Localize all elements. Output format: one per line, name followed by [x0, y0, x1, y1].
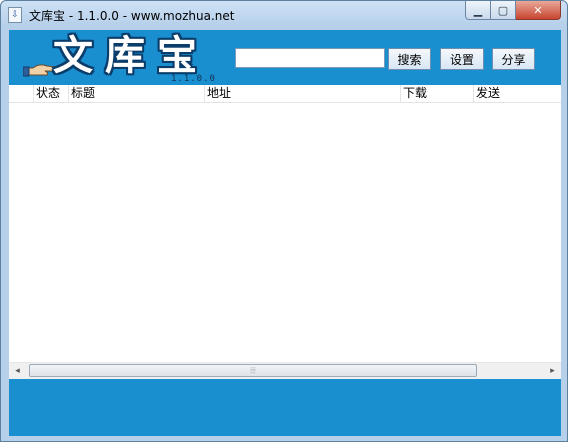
logo-version: 1.1.0.0 [171, 74, 216, 84]
scroll-left-arrow-icon[interactable]: ◂ [9, 363, 26, 379]
main-panel: 文库宝 1.1.0.0 搜索 设置 分享 状态 标题 地址 下载 发送 ◂ ⦙⦙… [9, 30, 561, 436]
column-header-send[interactable]: 发送 [474, 85, 561, 102]
settings-button[interactable]: 设置 [440, 48, 484, 70]
minimize-icon: ▁ [473, 3, 483, 17]
column-header-title[interactable]: 标题 [69, 85, 205, 102]
grip-icon: ⦙⦙⦙ [250, 365, 256, 375]
app-window: ⇩ 文库宝 - 1.1.0.0 - www.mozhua.net ▁ ▢ ✕ 文… [0, 0, 568, 442]
column-header-url[interactable]: 地址 [205, 85, 401, 102]
hand-icon [23, 64, 57, 77]
minimize-button[interactable]: ▁ [465, 1, 491, 20]
status-bar [9, 381, 561, 436]
column-header-status[interactable]: 状态 [34, 85, 69, 102]
document-download-icon: ⇩ [8, 7, 22, 23]
window-controls: ▁ ▢ ✕ [465, 1, 561, 21]
window-title: 文库宝 - 1.1.0.0 - www.mozhua.net [29, 9, 235, 23]
horizontal-scrollbar[interactable]: ◂ ⦙⦙⦙ ▸ [9, 362, 561, 379]
title-bar[interactable]: ⇩ 文库宝 - 1.1.0.0 - www.mozhua.net ▁ ▢ ✕ [1, 1, 567, 29]
scrollbar-thumb[interactable]: ⦙⦙⦙ [29, 364, 477, 377]
column-header-blank[interactable] [9, 85, 34, 102]
close-button[interactable]: ✕ [516, 1, 561, 20]
list-header: 状态 标题 地址 下载 发送 [9, 85, 561, 103]
close-icon: ✕ [533, 3, 543, 17]
search-button[interactable]: 搜索 [388, 48, 431, 70]
maximize-button[interactable]: ▢ [491, 1, 516, 20]
search-input[interactable] [235, 48, 385, 68]
column-header-download[interactable]: 下载 [401, 85, 474, 102]
download-list[interactable]: 状态 标题 地址 下载 发送 ◂ ⦙⦙⦙ ▸ [9, 85, 561, 379]
scroll-right-arrow-icon[interactable]: ▸ [544, 363, 561, 379]
share-button[interactable]: 分享 [492, 48, 535, 70]
maximize-icon: ▢ [497, 3, 509, 17]
